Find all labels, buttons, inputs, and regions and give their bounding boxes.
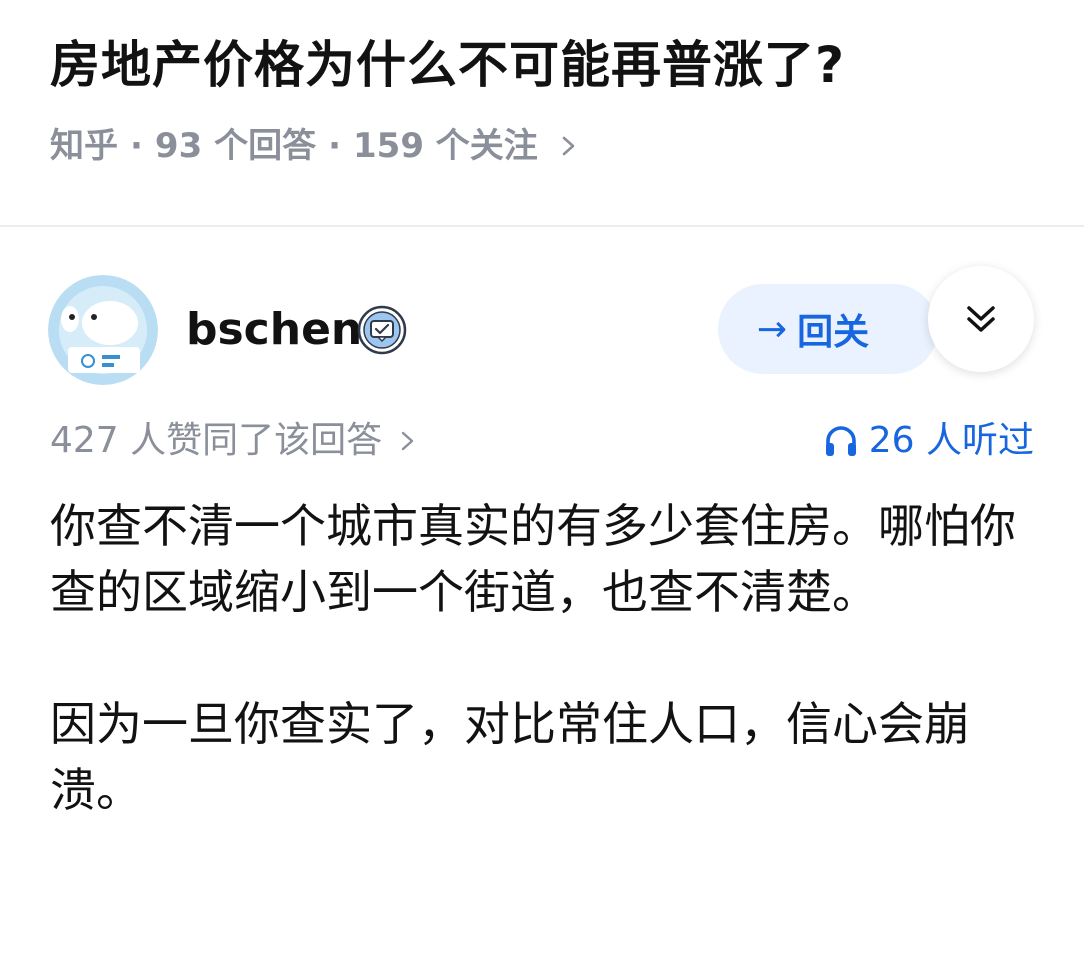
answers-count: 93 个回答 xyxy=(154,126,317,166)
verified-icon[interactable] xyxy=(356,304,408,356)
question-meta[interactable]: 知乎 · 93 个回答 · 159 个关注 xyxy=(50,120,580,172)
listened-label: 26 人听过 xyxy=(868,420,1034,461)
answer-content[interactable]: 你查不清一个城市真实的有多少套住房。哪怕你查的区域缩小到一个街道，也查不清楚。 … xyxy=(50,493,1040,889)
double-chevron-down-icon xyxy=(967,306,995,332)
likes-label: 427 人赞同了该回答 xyxy=(50,420,383,461)
source-label: 知乎 xyxy=(50,126,118,166)
question-title[interactable]: 房地产价格为什么不可能再普涨了? xyxy=(50,30,1050,100)
avatar-icon xyxy=(48,275,158,385)
answer-paragraph: 你查不清一个城市真实的有多少套住房。哪怕你查的区域缩小到一个街道，也查不清楚。 xyxy=(50,499,1016,619)
chevron-right-icon xyxy=(401,431,414,451)
listened-link[interactable]: 26 人听过 xyxy=(823,414,1034,468)
followers-count: 159 个关注 xyxy=(353,126,538,166)
headphones-icon xyxy=(825,426,856,456)
follow-back-label: 回关 xyxy=(797,312,870,353)
meta-separator: · xyxy=(130,126,143,166)
author-name[interactable]: bschen xyxy=(186,300,362,360)
likes-summary[interactable]: 427 人赞同了该回答 xyxy=(50,414,418,468)
arrow-right-icon: → xyxy=(756,308,788,350)
answer-paragraph: 因为一旦你查实了，对比常住人口，信心会崩溃。 xyxy=(50,697,970,817)
meta-separator: · xyxy=(328,126,341,166)
divider xyxy=(0,225,1084,227)
expand-button[interactable] xyxy=(928,266,1034,372)
chevron-right-icon xyxy=(562,136,575,156)
follow-back-button[interactable]: → 回关 xyxy=(718,284,938,374)
avatar[interactable] xyxy=(48,275,158,385)
